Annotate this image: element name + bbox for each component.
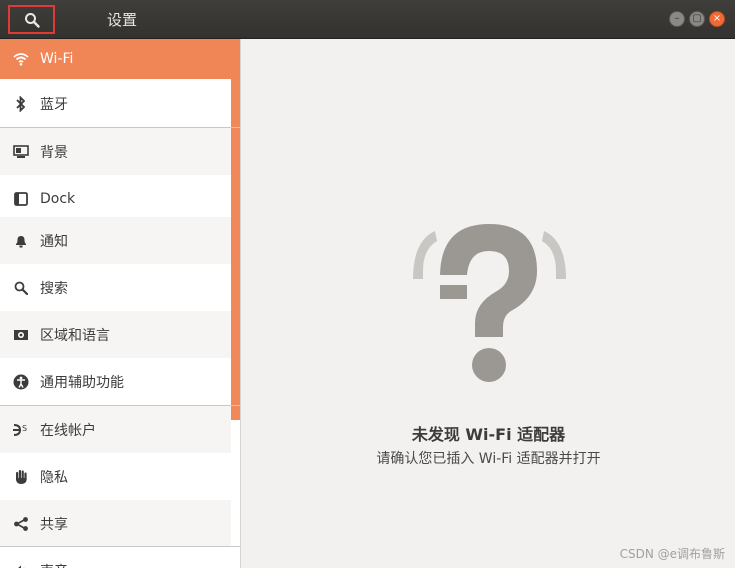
bell-icon [16, 235, 26, 247]
minimize-button[interactable]: – [669, 11, 685, 27]
sidebar-item-wifi[interactable]: Wi-Fi [0, 39, 240, 79]
search-icon [14, 281, 28, 295]
minimize-icon: – [674, 13, 680, 24]
window-controls: – ▢ × [669, 11, 725, 27]
sidebar-item-label: 隐私 [40, 469, 68, 486]
sidebar-item-dock[interactable]: Dock [0, 175, 231, 222]
sidebar: Wi-Fi 蓝牙 背景 Dock 通知 搜索 区域和语言 通用辅助功能 S 在线… [0, 39, 241, 568]
sidebar-item-search[interactable]: 搜索 [0, 264, 231, 311]
close-button[interactable]: × [709, 11, 725, 27]
svg-text:S: S [22, 424, 27, 433]
online-accounts-icon: S [13, 424, 27, 436]
sidebar-item-label: Dock [40, 190, 76, 207]
sidebar-item-sound[interactable]: 声音 [0, 547, 231, 568]
empty-state-subtitle: 请确认您已插入 Wi-Fi 适配器并打开 [376, 451, 601, 467]
sidebar-item-accessibility[interactable]: 通用辅助功能 [0, 358, 231, 405]
sidebar-item-label: 通用辅助功能 [40, 374, 124, 391]
share-icon [14, 516, 28, 531]
maximize-button[interactable]: ▢ [689, 11, 705, 27]
window-title: 设置 [107, 11, 138, 29]
search-icon [24, 12, 40, 28]
sidebar-item-label: 共享 [40, 516, 68, 533]
main-panel: 未发现 Wi-Fi 适配器 请确认您已插入 Wi-Fi 适配器并打开 CSDN … [242, 39, 735, 568]
titlebar: 设置 – ▢ × [0, 0, 735, 39]
sidebar-item-privacy[interactable]: 隐私 [0, 453, 231, 500]
search-button[interactable] [8, 5, 55, 34]
sidebar-item-notifications[interactable]: 通知 [0, 217, 231, 264]
sidebar-item-label: 背景 [40, 144, 68, 161]
accessibility-icon [13, 374, 29, 389]
region-icon [14, 329, 28, 340]
empty-state-title: 未发现 Wi-Fi 适配器 [411, 425, 566, 444]
sidebar-item-label: 在线帐户 [40, 422, 96, 439]
sidebar-item-label: 蓝牙 [40, 96, 68, 113]
sidebar-item-region-language[interactable]: 区域和语言 [0, 311, 231, 358]
privacy-hand-icon [16, 469, 27, 484]
sidebar-item-sharing[interactable]: 共享 [0, 500, 231, 547]
maximize-icon: ▢ [692, 13, 702, 24]
question-mark-icon [413, 224, 566, 382]
sidebar-item-label: 通知 [40, 233, 68, 250]
sidebar-item-bluetooth[interactable]: 蓝牙 [0, 80, 231, 127]
sidebar-item-label: Wi-Fi [40, 51, 74, 67]
background-icon [13, 144, 29, 158]
sidebar-scrollbar[interactable] [231, 39, 240, 420]
sidebar-item-background[interactable]: 背景 [0, 128, 231, 175]
sidebar-item-label: 声音 [40, 561, 68, 568]
dock-icon [14, 191, 28, 206]
watermark: CSDN @e调布鲁斯 [619, 547, 725, 561]
sidebar-item-label: 区域和语言 [40, 327, 110, 344]
sidebar-item-label: 搜索 [40, 280, 68, 297]
wifi-icon [13, 53, 29, 66]
sound-icon [17, 565, 25, 568]
close-icon: × [712, 13, 722, 24]
bluetooth-icon [16, 95, 26, 112]
sidebar-item-online-accounts[interactable]: S 在线帐户 [0, 406, 231, 453]
